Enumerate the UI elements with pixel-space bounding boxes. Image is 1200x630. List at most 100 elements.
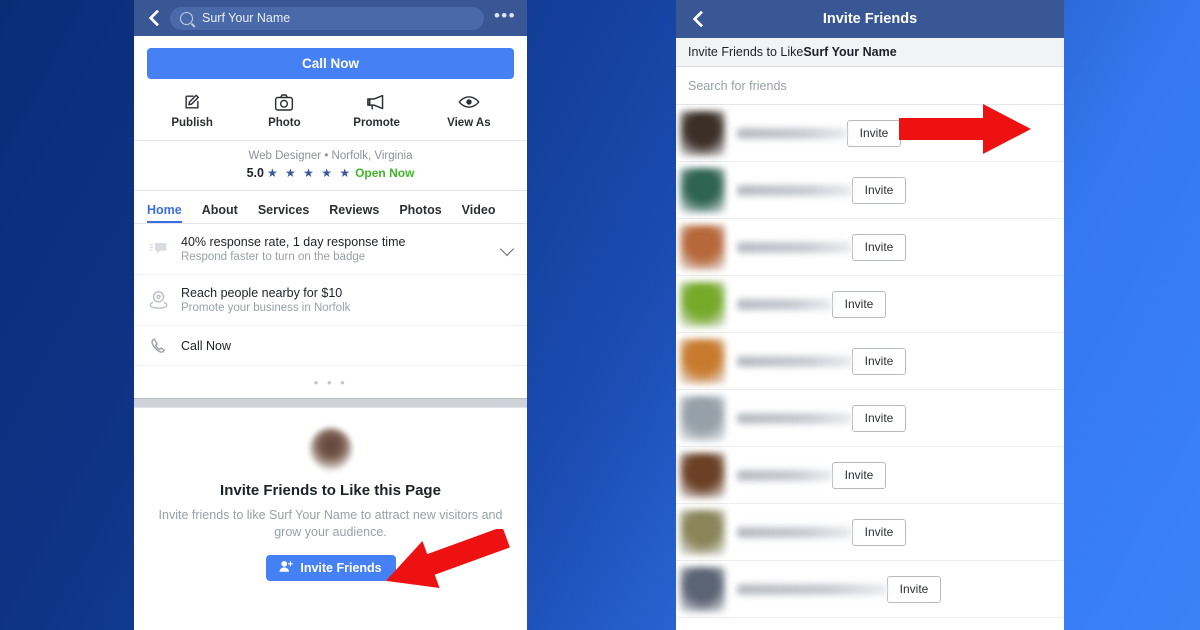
chevron-down-icon[interactable] <box>501 243 514 256</box>
chevron-left-icon[interactable] <box>689 11 706 28</box>
friend-list: Invite Invite Invite Invite Invite Invite Invi… <box>676 105 1064 618</box>
friend-row[interactable]: Invite <box>676 447 1064 504</box>
friend-avatar <box>680 509 725 555</box>
star-rating-icon: ★ ★ ★ ★ ★ <box>266 166 353 180</box>
invite-button[interactable]: Invite <box>887 575 941 603</box>
tab-services[interactable]: Services <box>258 203 309 223</box>
tab-photos[interactable]: Photos <box>399 203 441 223</box>
invite-card-title: Invite Friends to Like this Page <box>220 482 441 499</box>
action-label: Photo <box>268 117 301 129</box>
invite-button[interactable]: Invite <box>852 347 906 375</box>
invite-friends-button-label: Invite Friends <box>300 560 382 575</box>
friend-name <box>737 127 847 139</box>
invite-button[interactable]: Invite <box>847 119 901 147</box>
ellipsis-icon[interactable]: ••• <box>494 7 516 24</box>
search-value: Surf Your Name <box>202 11 291 25</box>
action-label: Promote <box>353 117 400 129</box>
eye-icon <box>458 92 480 112</box>
open-status-badge: Open Now <box>355 166 415 180</box>
friend-name <box>737 526 852 538</box>
invite-context-page-name: Surf Your Name <box>803 45 897 59</box>
tab-home[interactable]: Home <box>147 203 182 223</box>
add-person-icon <box>279 560 294 576</box>
business-category-location: Web Designer • Norfolk, Virginia <box>248 150 413 162</box>
friend-name <box>737 184 852 196</box>
invite-button[interactable]: Invite <box>852 404 906 432</box>
friend-avatar <box>680 167 725 213</box>
business-rating-row: 5.0 ★ ★ ★ ★ ★ Open Now <box>134 166 527 180</box>
page-title: Invite Friends <box>822 11 918 27</box>
business-info: Web Designer • Norfolk, Virginia 5.0 ★ ★… <box>134 141 527 191</box>
action-publish[interactable]: Publish <box>146 92 238 129</box>
friend-name <box>737 298 832 310</box>
friend-avatar <box>680 224 725 270</box>
friend-search-field[interactable]: Search for friends <box>676 67 1064 105</box>
location-pin-icon <box>147 290 169 310</box>
row-title: Reach people nearby for $10 <box>181 286 343 300</box>
row-response-rate[interactable]: 40% response rate, 1 day response time R… <box>134 224 527 275</box>
search-input[interactable]: Surf Your Name <box>170 6 484 30</box>
friend-row[interactable]: Invite <box>676 561 1064 618</box>
row-reach-people-nearby[interactable]: Reach people nearby for $10 Promote your… <box>134 275 527 326</box>
left-phone-screen: Surf Your Name ••• Call Now Publish Phot… <box>134 0 527 630</box>
friend-row[interactable]: Invite <box>676 390 1064 447</box>
friend-name <box>737 469 832 481</box>
left-top-bar: Surf Your Name ••• <box>134 0 527 36</box>
tab-reviews[interactable]: Reviews <box>329 203 379 223</box>
invite-button[interactable]: Invite <box>852 176 906 204</box>
action-view-as[interactable]: View As <box>423 92 515 129</box>
friend-avatar <box>680 281 725 327</box>
friend-name <box>737 241 852 253</box>
speech-bubble-icon <box>147 241 169 257</box>
invite-friends-card: Invite Friends to Like this Page Invite … <box>134 408 527 581</box>
friend-row[interactable]: Invite <box>676 105 1064 162</box>
friend-avatar <box>680 110 725 156</box>
friend-avatar <box>680 338 725 384</box>
friend-name <box>737 583 887 595</box>
action-promote[interactable]: Promote <box>331 92 423 129</box>
megaphone-icon <box>366 92 387 112</box>
friend-avatar <box>680 452 725 498</box>
search-icon <box>180 11 193 25</box>
blurred-avatar <box>309 428 352 470</box>
publish-pencil-icon <box>182 92 202 112</box>
invite-friends-button[interactable]: Invite Friends <box>265 554 396 581</box>
action-photo[interactable]: Photo <box>238 92 330 129</box>
invite-context-bar: Invite Friends to Like Surf Your Name <box>676 38 1064 67</box>
action-label: Publish <box>171 117 213 129</box>
call-now-button[interactable]: Call Now <box>147 48 514 79</box>
invite-button[interactable]: Invite <box>852 233 906 261</box>
friend-name <box>737 355 852 367</box>
invite-card-subtitle: Invite friends to like Surf Your Name to… <box>158 508 503 539</box>
row-subtitle: Promote your business in Norfolk <box>181 302 351 314</box>
action-label: View As <box>447 117 491 129</box>
friend-row[interactable]: Invite <box>676 504 1064 561</box>
right-top-bar: Invite Friends <box>676 0 1064 38</box>
row-title: 40% response rate, 1 day response time <box>181 235 406 249</box>
more-dots-indicator[interactable]: • • • <box>134 366 527 398</box>
rating-value: 5.0 <box>246 166 264 180</box>
friend-search-placeholder: Search for friends <box>688 78 787 93</box>
row-subtitle: Respond faster to turn on the badge <box>181 251 366 263</box>
page-tab-bar: Home About Services Reviews Photos Video <box>134 191 527 224</box>
camera-icon <box>274 92 294 112</box>
friend-avatar <box>680 395 725 441</box>
friend-row[interactable]: Invite <box>676 333 1064 390</box>
friend-avatar <box>680 566 725 612</box>
tab-about[interactable]: About <box>202 203 238 223</box>
right-phone-screen: Invite Friends Invite Friends to Like Su… <box>676 0 1064 630</box>
invite-button[interactable]: Invite <box>832 290 886 318</box>
invite-button[interactable]: Invite <box>852 518 906 546</box>
row-call-now[interactable]: Call Now <box>134 326 527 366</box>
friend-row[interactable]: Invite <box>676 162 1064 219</box>
friend-row[interactable]: Invite <box>676 219 1064 276</box>
tab-video[interactable]: Video <box>462 203 496 223</box>
phone-icon <box>147 337 169 354</box>
invite-button[interactable]: Invite <box>832 461 886 489</box>
section-divider <box>134 398 527 408</box>
invite-context-prefix: Invite Friends to Like <box>688 45 804 59</box>
row-title: Call Now <box>181 338 232 353</box>
friend-row[interactable]: Invite <box>676 276 1064 333</box>
chevron-left-icon[interactable] <box>145 10 162 27</box>
action-button-row: Publish Photo Promote View As <box>134 92 527 141</box>
